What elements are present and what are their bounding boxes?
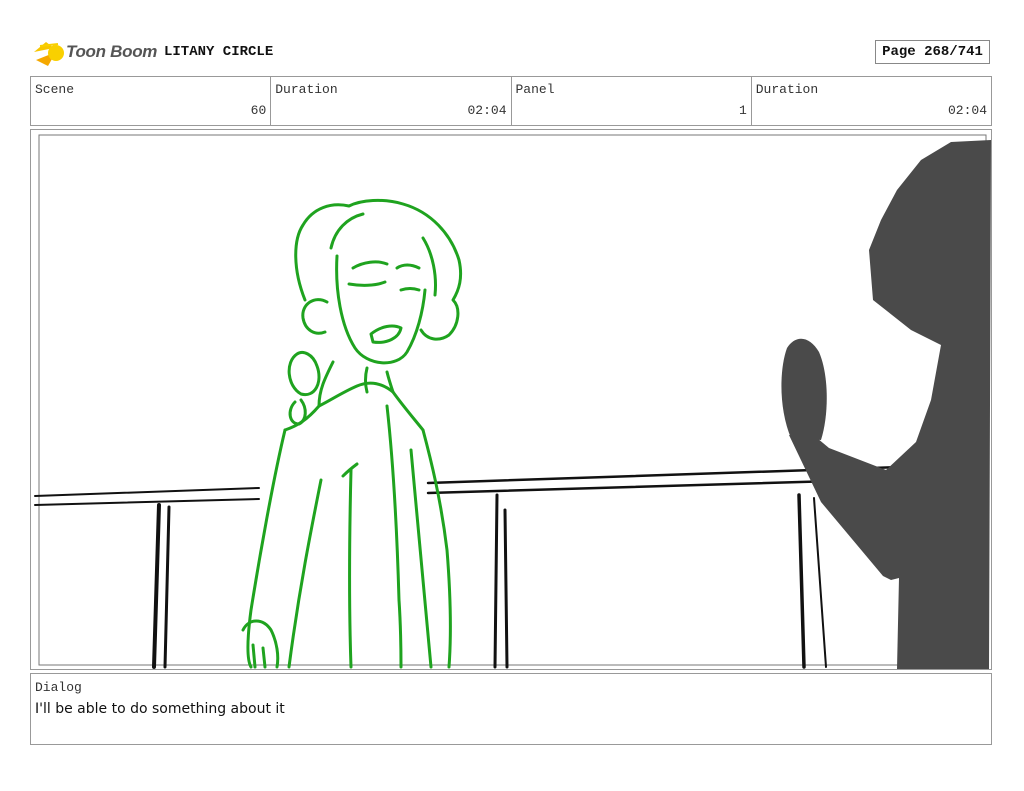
panel-value: 1 [738, 103, 747, 118]
scene-label: Scene [35, 82, 75, 97]
page-number: Page 268/741 [875, 40, 990, 64]
panel-duration-label: Duration [755, 82, 819, 97]
project-title: LITANY CIRCLE [164, 44, 274, 60]
railing [34, 465, 903, 669]
panel-label: Panel [515, 82, 555, 97]
scene-duration-value: 02:04 [467, 103, 507, 118]
storyboard-panel [30, 129, 992, 670]
logo-text: Toon Boom [66, 42, 158, 61]
scene-value: 60 [250, 103, 267, 118]
dialog-box: Dialog I'll be able to do something abou… [30, 673, 992, 745]
panel-drawing [34, 134, 991, 669]
panel-duration-value: 02:04 [947, 103, 987, 118]
safe-frame [38, 134, 987, 666]
silhouette-character [781, 140, 991, 669]
scene-duration-cell: Duration 02:04 [271, 77, 512, 125]
panel-cell: Panel 1 [512, 77, 752, 125]
scene-duration-label: Duration [275, 82, 338, 97]
dialog-label: Dialog [35, 680, 82, 695]
dialog-text: I'll be able to do something about it [35, 701, 285, 717]
panel-duration-cell: Duration 02:04 [752, 77, 991, 125]
panel-info-bar: Scene 60 Duration 02:04 Panel 1 Duration… [30, 76, 992, 126]
scene-cell: Scene 60 [31, 77, 272, 125]
sketch-character [241, 198, 463, 669]
